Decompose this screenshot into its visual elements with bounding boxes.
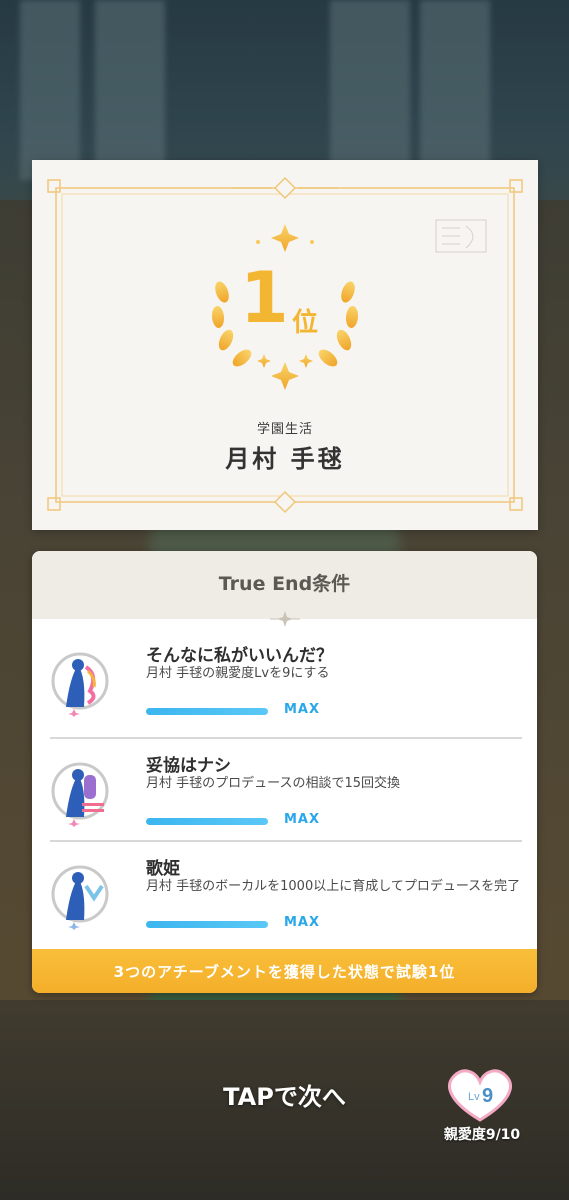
rank-emblem: 1 位 <box>200 222 370 392</box>
stamp-icon <box>435 219 487 253</box>
rank-number: 1 <box>240 257 289 339</box>
achievement-item: 妥協はナシ 月村 手毬のプロデュースの相談で15回交換 MAX <box>50 741 522 844</box>
achievement-description: 月村 手毬の親愛度Lvを9にする <box>146 666 330 681</box>
achievement-title: 歌姫 <box>146 859 180 879</box>
true-end-conditions-panel: True End条件 そんなに私がいいんだ？ 月村 手毬の親愛度Lvを9にする … <box>32 551 537 993</box>
idol-name: 月村 手毬 <box>225 445 345 473</box>
achievement-description: 月村 手毬のボーカルを1000以上に育成してプロデュースを完了 <box>146 879 521 894</box>
achievement-description: 月村 手毬のプロデュースの相談で15回交換 <box>146 776 401 791</box>
condition-footer: 3つのアチーブメントを獲得した状態で試験1位 <box>32 949 537 993</box>
divider <box>50 737 522 739</box>
achievement-item: そんなに私がいいんだ？ 月村 手毬の親愛度Lvを9にする MAX <box>50 631 522 734</box>
condition-footer-text: 3つのアチーブメントを獲得した状態で試験1位 <box>113 963 456 981</box>
achievement-badge-icon <box>51 652 109 717</box>
ranking-certificate: 1 位 学園生活 月村 手毬 <box>32 160 538 530</box>
achievement-item: 歌姫 月村 手毬のボーカルを1000以上に育成してプロデュースを完了 MAX <box>50 844 522 947</box>
panel-header: True End条件 <box>32 551 537 619</box>
achievement-badge-icon <box>51 865 109 930</box>
progress-status: MAX <box>284 702 321 717</box>
progress-bar <box>146 921 268 928</box>
rank-category: 学園生活 <box>256 422 313 437</box>
svg-text:9: 9 <box>482 1085 493 1107</box>
divider <box>50 840 522 842</box>
progress-status: MAX <box>284 915 321 930</box>
rank-suffix: 位 <box>292 308 319 338</box>
svg-text:Lv: Lv <box>468 1091 480 1103</box>
achievement-badge-icon <box>51 762 109 827</box>
affection-label: 親愛度9/10 <box>443 1127 521 1143</box>
panel-title: True End条件 <box>218 573 351 595</box>
achievement-title: 妥協はナシ <box>146 756 231 776</box>
sparkle-divider-icon <box>270 611 300 627</box>
progress-bar <box>146 818 268 825</box>
progress-status: MAX <box>284 812 321 827</box>
achievement-title: そんなに私がいいんだ？ <box>146 646 333 666</box>
progress-bar <box>146 708 268 715</box>
